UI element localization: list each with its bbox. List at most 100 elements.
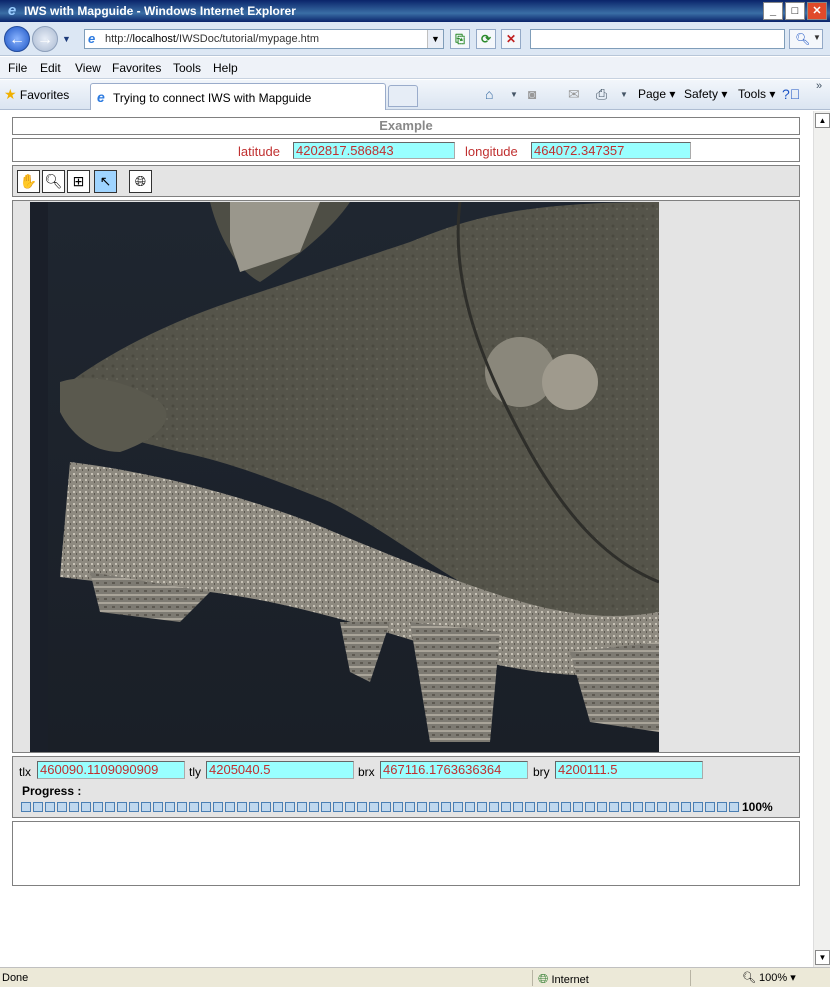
forward-button[interactable]: → [32, 26, 58, 52]
tools-menu[interactable]: Tools ▾ [738, 87, 775, 101]
map-toolbar: ✋ 🔍︎ ⊞ ↖ 🌐︎ [12, 165, 800, 197]
progress-cell [45, 802, 55, 812]
ie-logo-icon: e [7, 2, 17, 19]
refresh-icon[interactable]: ⟳ [476, 29, 496, 49]
progress-cell [669, 802, 679, 812]
back-button[interactable]: ← [4, 26, 30, 52]
progress-percent: 100% [742, 800, 773, 814]
progress-cell [93, 802, 103, 812]
latitude-field[interactable]: 4202817.586843 [293, 142, 455, 159]
progress-cell [585, 802, 595, 812]
full-extent-tool-icon[interactable]: 🌐︎ [129, 170, 152, 193]
progress-cell [297, 802, 307, 812]
home-dropdown-icon[interactable]: ▼ [510, 90, 518, 99]
safety-menu[interactable]: Safety ▾ [684, 87, 727, 101]
menu-edit[interactable]: Edit [40, 61, 61, 75]
bry-field[interactable]: 4200111.5 [555, 761, 703, 779]
magnifier-icon: 🔍︎ [795, 32, 811, 46]
tly-field[interactable]: 4205040.5 [206, 761, 354, 779]
address-dropdown-icon[interactable]: ▼ [427, 30, 443, 48]
progress-cell [705, 802, 715, 812]
progress-cell [153, 802, 163, 812]
menu-view[interactable]: View [75, 61, 101, 75]
page-favicon-icon: e [88, 31, 96, 46]
progress-cell [477, 802, 487, 812]
progress-cell [417, 802, 427, 812]
brx-field[interactable]: 467116.1763636364 [380, 761, 528, 779]
map-image [30, 202, 659, 752]
progress-cell [405, 802, 415, 812]
zoom-in-tool-icon[interactable]: 🔍︎ [42, 170, 65, 193]
map-panel [12, 200, 800, 753]
progress-cell [177, 802, 187, 812]
progress-cell [465, 802, 475, 812]
longitude-field[interactable]: 464072.347357 [531, 142, 691, 159]
address-bar[interactable]: e http://localhost/IWSDoc/tutorial/mypag… [84, 29, 444, 49]
page-menu[interactable]: Page ▾ [638, 87, 675, 101]
menu-file[interactable]: File [8, 61, 27, 75]
stop-icon[interactable]: ✕ [501, 29, 521, 49]
progress-cell [369, 802, 379, 812]
search-button[interactable]: 🔍︎ ▼ [789, 29, 823, 49]
scroll-down-icon[interactable]: ▼ [815, 950, 830, 965]
menu-help[interactable]: Help [213, 61, 238, 75]
progress-cell [261, 802, 271, 812]
page-viewport: Example latitude 4202817.586843 longitud… [0, 111, 813, 967]
tab-favicon-icon: e [97, 89, 105, 105]
pan-tool-icon[interactable]: ✋ [17, 170, 40, 193]
tlx-field[interactable]: 460090.1109090909 [37, 761, 185, 779]
address-url[interactable]: http://localhost/IWSDoc/tutorial/mypage.… [105, 33, 319, 45]
satellite-map[interactable] [30, 202, 659, 752]
progress-cell [225, 802, 235, 812]
window-title: IWS with Mapguide - Windows Internet Exp… [24, 4, 296, 18]
menu-bar: File Edit View Favorites Tools Help [0, 57, 830, 79]
zoom-window-tool-icon[interactable]: ⊞ [67, 170, 90, 193]
progress-cell [141, 802, 151, 812]
print-dropdown-icon[interactable]: ▼ [620, 90, 628, 99]
progress-cell [621, 802, 631, 812]
print-icon[interactable]: ⎙ [596, 86, 607, 103]
progress-label: Progress : [22, 784, 82, 798]
vertical-scrollbar[interactable]: ▲ ▼ [813, 111, 830, 967]
tly-label: tly [189, 765, 201, 779]
extent-panel: tlx 460090.1109090909 tly 4205040.5 brx … [12, 756, 800, 818]
maximize-button[interactable]: □ [785, 2, 805, 20]
help-icon[interactable]: ?⃝ [782, 86, 800, 102]
home-icon[interactable]: ⌂ [485, 86, 493, 102]
progress-cell [189, 802, 199, 812]
search-options-icon[interactable]: ▼ [813, 33, 821, 42]
minimize-button[interactable]: _ [763, 2, 783, 20]
zoom-level[interactable]: 🔍︎ 100% ▾ [742, 971, 796, 984]
new-tab-button[interactable] [388, 85, 418, 107]
compatibility-view-icon[interactable]: ⎘ [450, 29, 470, 49]
chevron-more-icon[interactable]: » [816, 80, 822, 92]
menu-tools[interactable]: Tools [173, 61, 201, 75]
coordinates-panel: latitude 4202817.586843 longitude 464072… [12, 138, 800, 162]
history-dropdown-icon[interactable]: ▼ [62, 34, 71, 44]
progress-cell [273, 802, 283, 812]
tab-active[interactable]: e Trying to connect IWS with Mapguide [90, 83, 386, 110]
security-zone[interactable]: 🌐︎ Internet [538, 971, 589, 987]
close-button[interactable]: ✕ [807, 2, 827, 20]
progress-cell [729, 802, 739, 812]
search-input[interactable] [530, 29, 785, 49]
progress-cell [69, 802, 79, 812]
select-tool-icon[interactable]: ↖ [94, 170, 117, 193]
scroll-up-icon[interactable]: ▲ [815, 113, 830, 128]
mail-icon[interactable]: ✉ [568, 86, 580, 103]
progress-cell [105, 802, 115, 812]
menu-favorites[interactable]: Favorites [112, 61, 161, 75]
progress-cell [345, 802, 355, 812]
progress-cell [201, 802, 211, 812]
progress-cell [645, 802, 655, 812]
output-panel [12, 821, 800, 886]
favorites-button[interactable]: ★ Favorites [4, 86, 69, 103]
progress-cell [513, 802, 523, 812]
tab-bar: ★ Favorites e Trying to connect IWS with… [0, 80, 830, 110]
progress-cell [117, 802, 127, 812]
tlx-label: tlx [19, 765, 31, 779]
progress-bar [21, 802, 741, 813]
progress-cell [33, 802, 43, 812]
progress-cell [537, 802, 547, 812]
feeds-icon[interactable]: ◙ [528, 86, 536, 102]
